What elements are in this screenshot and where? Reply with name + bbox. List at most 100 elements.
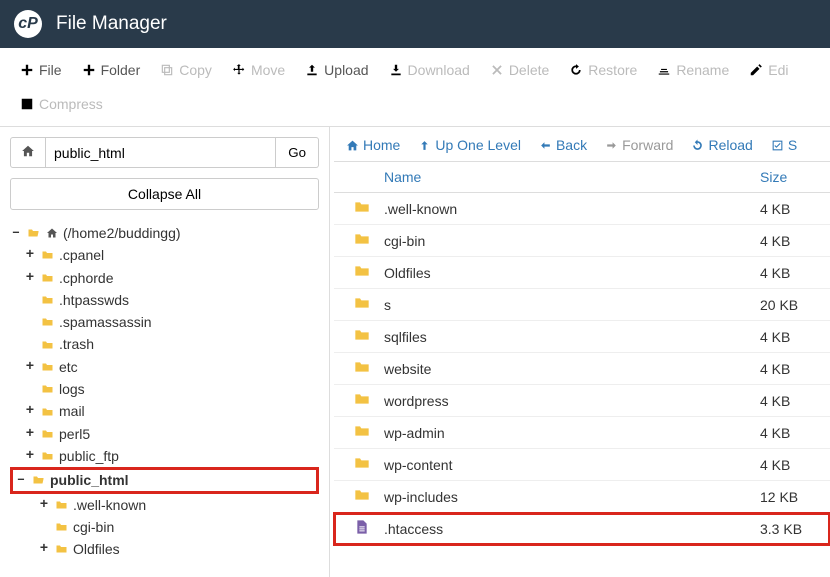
file-name: sqlfiles	[384, 329, 760, 345]
tree-item[interactable]: + .well-known	[10, 494, 319, 516]
tree-toggle[interactable]: –	[15, 470, 27, 490]
tree-item[interactable]: +public_ftp	[10, 445, 319, 467]
tree-item[interactable]: logs	[10, 378, 319, 400]
file-name: .well-known	[384, 201, 760, 217]
tree-toggle[interactable]: +	[24, 446, 36, 466]
table-row[interactable]: cgi-bin4 KB	[334, 225, 830, 257]
table-row[interactable]: Oldfiles4 KB	[334, 257, 830, 289]
tree-toggle[interactable]	[24, 312, 36, 332]
arrow-left-icon	[539, 139, 552, 152]
tree-item[interactable]: .spamassassin	[10, 311, 319, 333]
table-row[interactable]: s20 KB	[334, 289, 830, 321]
nav-back[interactable]: Back	[539, 137, 587, 153]
folder-icon	[26, 227, 41, 239]
content-toolbar: Home Up One Level Back Forward Reload S	[334, 137, 830, 161]
tree-label: .trash	[59, 334, 94, 354]
tree-item[interactable]: +.cphorde	[10, 267, 319, 289]
tree-toggle[interactable]: +	[24, 401, 36, 421]
folder-icon	[54, 521, 69, 533]
folder-icon	[40, 450, 55, 462]
tree-label: perl5	[59, 424, 90, 444]
restore-button[interactable]: Restore	[559, 56, 647, 84]
check-icon	[771, 139, 784, 152]
go-button[interactable]: Go	[276, 137, 319, 168]
nav-home[interactable]: Home	[346, 137, 400, 153]
tree-toggle[interactable]: +	[38, 539, 50, 559]
tree-toggle[interactable]: +	[24, 424, 36, 444]
tree-toggle[interactable]: +	[24, 268, 36, 288]
tree-item[interactable]: +etc	[10, 356, 319, 378]
folder-icon	[352, 327, 372, 343]
edit-button[interactable]: Edi	[739, 56, 798, 84]
delete-button[interactable]: Delete	[480, 56, 559, 84]
plus-icon	[82, 63, 96, 77]
home-button[interactable]	[10, 137, 46, 168]
file-size: 4 KB	[760, 201, 830, 217]
tree-toggle[interactable]	[24, 334, 36, 354]
folder-icon	[40, 406, 55, 418]
tree-toggle[interactable]: +	[38, 495, 50, 515]
tree-label: logs	[59, 379, 85, 399]
tree-toggle[interactable]	[24, 290, 36, 310]
nav-up[interactable]: Up One Level	[418, 137, 521, 153]
download-button[interactable]: Download	[379, 56, 480, 84]
tree-item[interactable]: –public_html	[10, 467, 319, 493]
main-area: Go Collapse All –(/home2/buddingg)+.cpan…	[0, 127, 830, 577]
col-size-header[interactable]: Size	[760, 169, 830, 185]
move-icon	[232, 63, 246, 77]
upload-button[interactable]: Upload	[295, 56, 378, 84]
folder-button[interactable]: Folder	[72, 56, 151, 84]
file-name: website	[384, 361, 760, 377]
move-button[interactable]: Move	[222, 56, 295, 84]
tree-toggle[interactable]	[38, 517, 50, 537]
rename-button[interactable]: Rename	[647, 56, 739, 84]
table-row[interactable]: .htaccess3.3 KB	[334, 513, 830, 545]
file-size: 4 KB	[760, 393, 830, 409]
table-row[interactable]: wordpress4 KB	[334, 385, 830, 417]
copy-icon	[160, 63, 174, 77]
file-name: s	[384, 297, 760, 313]
file-size: 4 KB	[760, 233, 830, 249]
tree-toggle[interactable]: +	[24, 357, 36, 377]
folder-icon	[40, 428, 55, 440]
copy-button[interactable]: Copy	[150, 56, 222, 84]
nav-select-all[interactable]: S	[771, 137, 797, 153]
nav-reload[interactable]: Reload	[691, 137, 752, 153]
file-size: 3.3 KB	[760, 521, 830, 537]
tree-item[interactable]: +Oldfiles	[10, 538, 319, 560]
file-size: 4 KB	[760, 361, 830, 377]
nav-forward[interactable]: Forward	[605, 137, 673, 153]
tree-toggle[interactable]: –	[10, 223, 22, 243]
tree-label: mail	[59, 401, 85, 421]
compress-button[interactable]: Compress	[10, 90, 820, 118]
table-row[interactable]: wp-content4 KB	[334, 449, 830, 481]
tree-label: .well-known	[73, 495, 146, 515]
app-header: cP File Manager	[0, 0, 830, 48]
tree-item[interactable]: + perl5	[10, 423, 319, 445]
tree-item[interactable]: + mail	[10, 400, 319, 422]
file-button[interactable]: File	[10, 56, 72, 84]
table-row[interactable]: website4 KB	[334, 353, 830, 385]
collapse-all-button[interactable]: Collapse All	[10, 178, 319, 210]
col-name-header[interactable]: Name	[334, 169, 760, 185]
tree-item[interactable]: +.cpanel	[10, 244, 319, 266]
tree-toggle[interactable]: +	[24, 245, 36, 265]
table-row[interactable]: wp-admin4 KB	[334, 417, 830, 449]
table-row[interactable]: .well-known4 KB	[334, 193, 830, 225]
tree-toggle[interactable]	[24, 379, 36, 399]
table-row[interactable]: wp-includes12 KB	[334, 481, 830, 513]
table-row[interactable]: sqlfiles4 KB	[334, 321, 830, 353]
folder-icon	[40, 272, 55, 284]
tree-item[interactable]: .htpasswds	[10, 289, 319, 311]
file-name: wordpress	[384, 393, 760, 409]
content-pane: Home Up One Level Back Forward Reload S …	[330, 127, 830, 577]
compress-icon	[20, 97, 34, 111]
file-name: cgi-bin	[384, 233, 760, 249]
restore-icon	[569, 63, 583, 77]
folder-icon	[40, 339, 55, 351]
file-name: Oldfiles	[384, 265, 760, 281]
tree-item[interactable]: .trash	[10, 333, 319, 355]
tree-item[interactable]: cgi-bin	[10, 516, 319, 538]
tree-item[interactable]: –(/home2/buddingg)	[10, 222, 319, 244]
path-input[interactable]	[46, 137, 276, 168]
